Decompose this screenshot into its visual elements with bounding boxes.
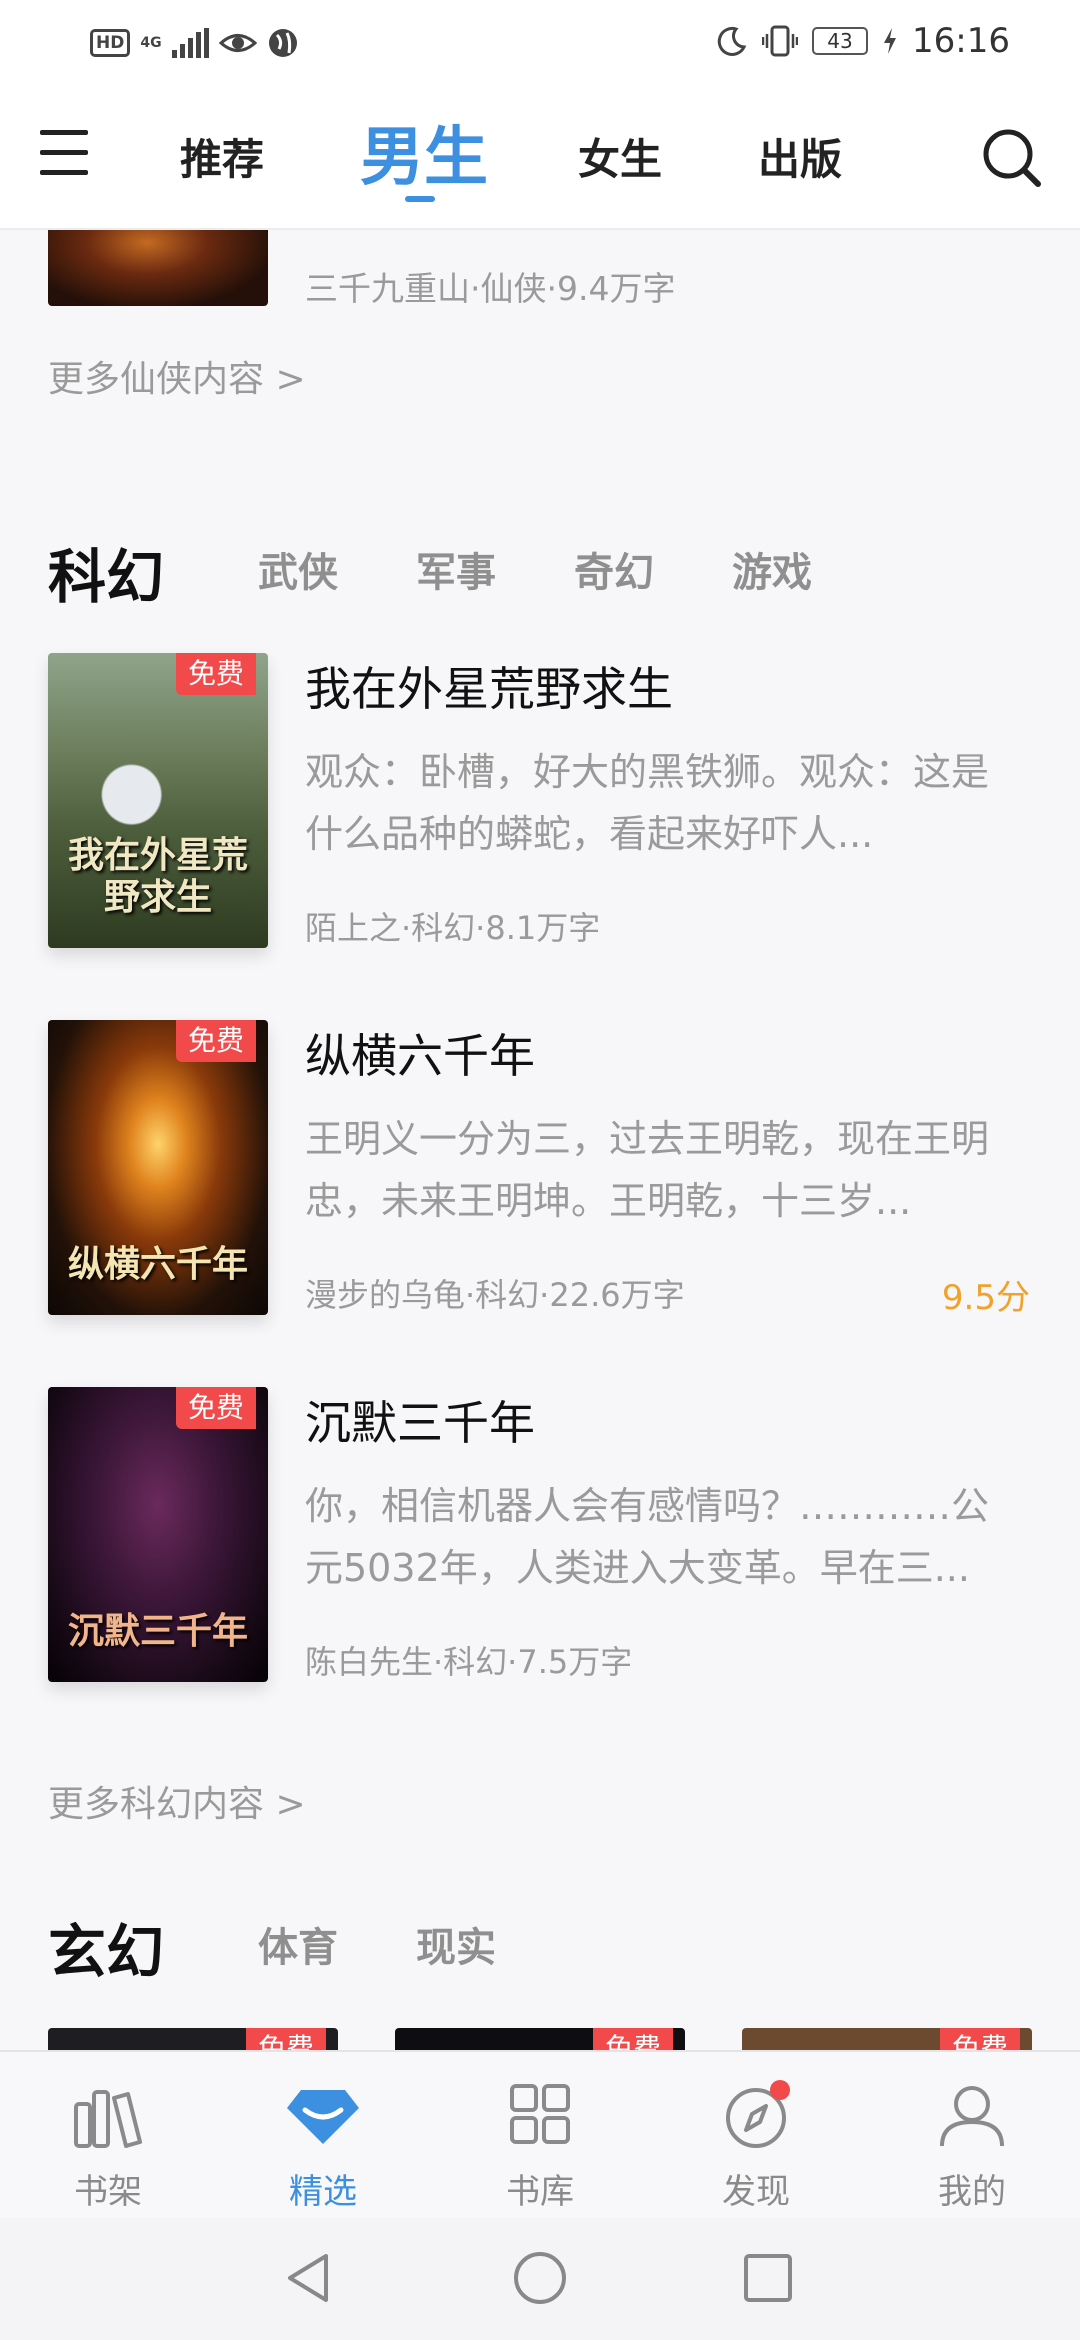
menu-icon: [40, 130, 88, 135]
vibrate-icon: [762, 25, 799, 57]
book-cover[interactable]: [48, 230, 268, 306]
book-description: 王明义一分为三，过去王明乾，现在王明忠，未来王明坤。王明乾，十三岁...: [305, 1117, 990, 1223]
cover-text: 沉默三千年: [67, 1610, 248, 1652]
active-tab-indicator: [405, 196, 435, 202]
sub-tab-military[interactable]: 军事: [416, 540, 496, 598]
sub-tab-reality[interactable]: 现实: [416, 1915, 496, 1973]
xuanhuan-sub-tabs: 体育 现实: [258, 1915, 496, 1973]
status-left: HD 4G: [90, 24, 299, 62]
clock: 16:16: [912, 21, 1010, 61]
book-description: 观众：卧槽，好大的黑铁狮。观众：这是什么品种的蟒蛇，看起来好吓人...: [305, 750, 990, 856]
menu-button[interactable]: [40, 130, 92, 182]
book-cover[interactable]: 免费: [48, 2028, 338, 2050]
section-title-scifi: 科幻: [48, 543, 165, 611]
book-title[interactable]: 沉默三千年: [305, 1387, 535, 1453]
status-bar: HD 4G 43 16:16: [0, 0, 1080, 86]
sub-tab-game[interactable]: 游戏: [732, 540, 812, 598]
status-right: 43 16:16: [716, 18, 1010, 64]
scifi-sub-tabs: 武侠 军事 奇幻 游戏: [258, 540, 812, 598]
tab-recommend[interactable]: 推荐: [180, 126, 264, 187]
book-meta: 陈白先生·科幻·7.5万字: [305, 1643, 633, 1681]
book-cover[interactable]: 沉默三千年 免费: [48, 1387, 268, 1682]
book-cover[interactable]: 免费: [395, 2028, 685, 2050]
back-icon: [288, 2254, 328, 2302]
recents-button[interactable]: [738, 2248, 798, 2308]
nav-label: 书架: [74, 2172, 142, 2212]
signal-icon: [172, 28, 210, 58]
book-meta: 陌上之·科幻·8.1万字: [305, 909, 601, 947]
network-type: 4G: [140, 35, 162, 51]
search-icon: [983, 129, 1041, 187]
free-badge: 免费: [175, 1020, 256, 1062]
home-icon: [514, 2252, 566, 2304]
tab-female[interactable]: 女生: [578, 126, 662, 187]
free-badge: 免费: [175, 1387, 256, 1429]
eye-icon: [219, 34, 258, 52]
globe-icon: [269, 29, 298, 57]
sub-tab-sports[interactable]: 体育: [258, 1915, 338, 1973]
book-score: 9.5分: [941, 1278, 1030, 1318]
book-cover[interactable]: 我在外星荒野求生 免费: [48, 653, 268, 948]
bookshelf-icon: [74, 2090, 142, 2148]
nav-label: 书库: [506, 2172, 574, 2212]
battery-icon: 43: [812, 27, 869, 55]
tab-overflow-fade: [930, 126, 970, 186]
cover-text: 纵横六千年: [67, 1243, 248, 1285]
search-button[interactable]: [982, 128, 1042, 188]
more-xianxia-link[interactable]: 更多仙侠内容 >: [48, 350, 306, 402]
recents-icon: [744, 2254, 792, 2302]
book-title[interactable]: 纵横六千年: [305, 1020, 535, 1086]
book-item[interactable]: 沉默三千年 免费 沉默三千年 你，相信机器人会有感情吗？…………公元5032年，…: [0, 1387, 1080, 1687]
bottom-nav: 书架 精选 书库 发现 我的: [0, 2050, 1080, 2218]
free-badge: 免费: [175, 653, 256, 695]
book-item[interactable]: 纵横六千年 免费 纵横六千年 王明义一分为三，过去王明乾，现在王明忠，未来王明坤…: [0, 1020, 1080, 1320]
book-description: 你，相信机器人会有感情吗？…………公元5032年，人类进入大变革。早在三...: [305, 1484, 990, 1590]
moon-icon: [717, 26, 747, 56]
nav-label: 发现: [722, 2172, 790, 2212]
nav-label: 我的: [938, 2172, 1006, 2212]
section-title-xuanhuan: 玄幻: [48, 1918, 165, 1986]
book-cover[interactable]: 纵横六千年 免费: [48, 1020, 268, 1315]
user-icon: [940, 2086, 1004, 2147]
free-badge: 免费: [245, 2028, 326, 2050]
sub-tab-fantasy[interactable]: 奇幻: [574, 540, 654, 598]
nav-profile[interactable]: 我的: [902, 2080, 1042, 2213]
free-badge: 免费: [592, 2028, 673, 2050]
book-title[interactable]: 我在外星荒野求生: [305, 653, 673, 719]
sub-tab-wuxia[interactable]: 武侠: [258, 540, 338, 598]
nav-featured[interactable]: 精选: [253, 2080, 393, 2213]
nav-label: 精选: [289, 2172, 357, 2212]
book-meta: 三千九重山·仙侠·9.4万字: [305, 269, 676, 308]
nav-library[interactable]: 书库: [470, 2080, 610, 2213]
hd-icon: HD: [90, 29, 131, 57]
home-button[interactable]: [510, 2248, 570, 2308]
grid-icon: [510, 2084, 570, 2144]
feed-content[interactable]: 三千九重山·仙侠·9.4万字 更多仙侠内容 > 科幻 武侠 军事 奇幻 游戏 我…: [0, 230, 1080, 2050]
nav-discover[interactable]: 发现: [686, 2080, 826, 2213]
cover-text: 我在外星荒野求生: [67, 834, 248, 918]
more-scifi-link[interactable]: 更多科幻内容 >: [48, 1775, 306, 1827]
book-item[interactable]: 我在外星荒野求生 免费 我在外星荒野求生 观众：卧槽，好大的黑铁狮。观众：这是什…: [0, 653, 1080, 953]
channel-tab-bar: 推荐 男生 女生 出版: [0, 86, 1080, 230]
system-nav-bar: [0, 2218, 1080, 2340]
book-meta: 漫步的乌龟·科幻·22.6万字: [305, 1276, 685, 1314]
charging-icon: [884, 28, 897, 54]
nav-bookshelf[interactable]: 书架: [38, 2080, 178, 2213]
tab-publish[interactable]: 出版: [758, 126, 842, 187]
free-badge: 免费: [939, 2028, 1020, 2050]
book-cover[interactable]: 免费: [742, 2028, 1032, 2050]
diamond-icon: [287, 2090, 359, 2144]
back-button[interactable]: [280, 2248, 340, 2308]
notification-dot: [770, 2080, 790, 2100]
tab-male[interactable]: 男生: [360, 106, 488, 198]
